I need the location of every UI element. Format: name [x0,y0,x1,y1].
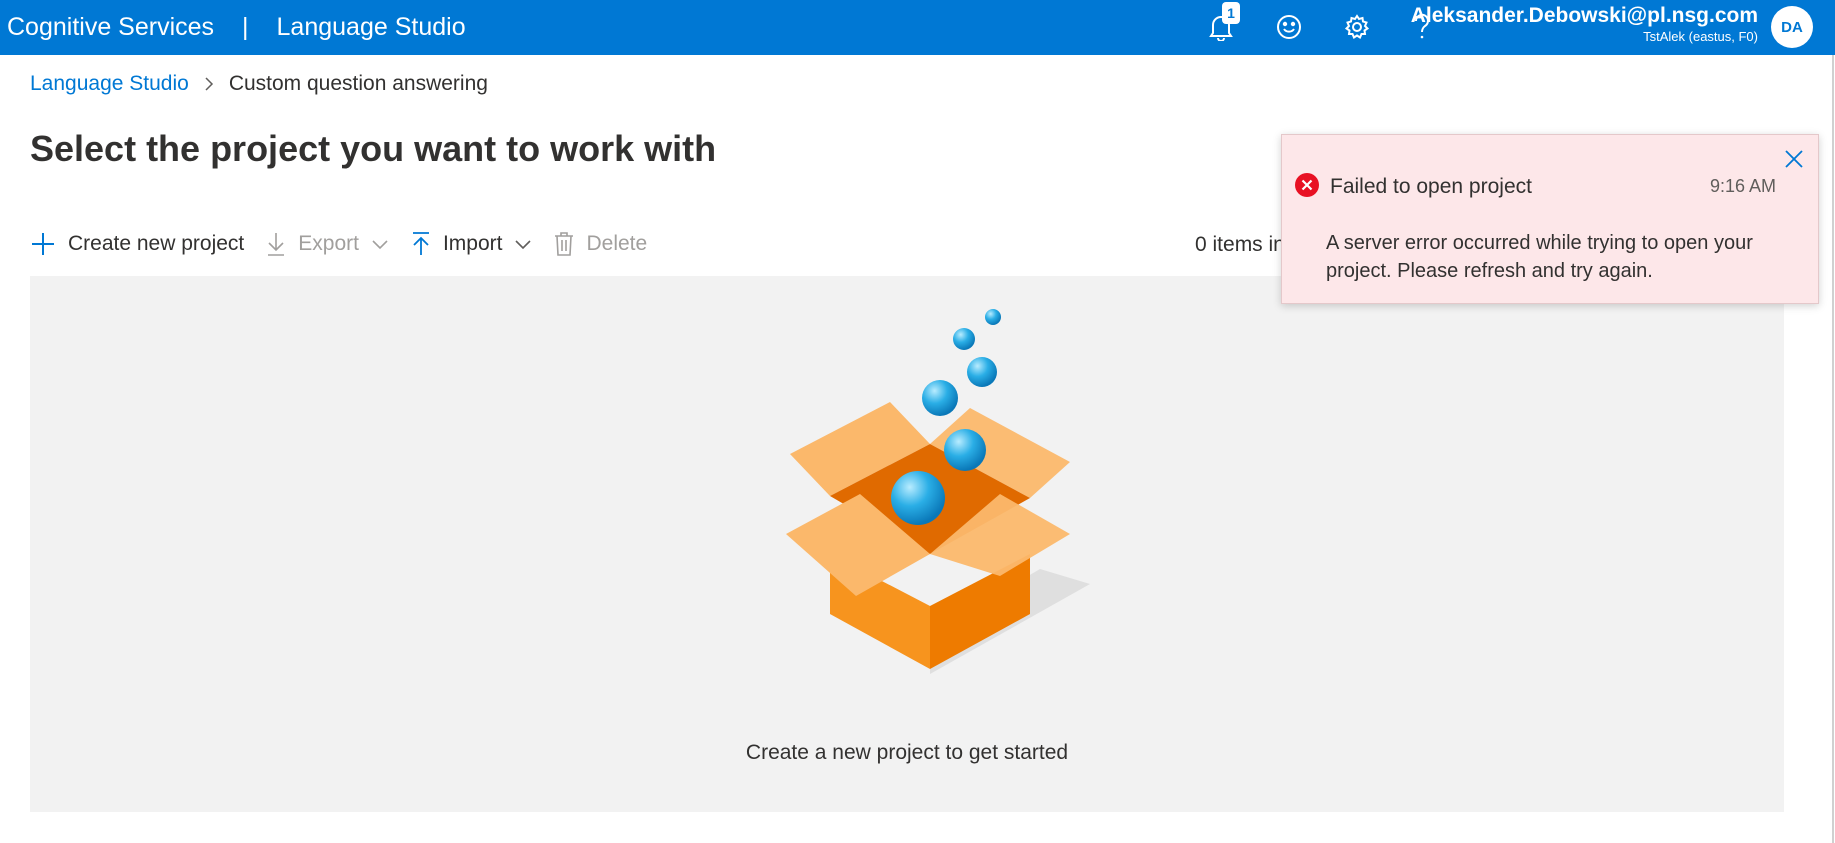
error-toast: Failed to open project 9:16 AM A server … [1281,134,1819,304]
smiley-icon [1277,15,1301,39]
upload-icon [412,232,429,255]
toast-message: A server error occurred while trying to … [1326,232,1753,282]
empty-state: Create a new project to get started [30,276,1784,812]
chevron-down-icon [515,240,532,250]
feedback-button[interactable] [1272,10,1306,44]
gear-icon [1344,14,1370,39]
page-title: Select the project you want to work with [30,128,717,169]
export-button[interactable]: Export [266,231,389,257]
command-bar: Create new project Export Import Delete [30,226,669,262]
download-icon [268,233,285,256]
create-project-label: Create new project [68,232,245,255]
export-label: Export [298,232,359,255]
right-edge-divider [1832,55,1834,843]
breadcrumb: Language Studio Custom question answerin… [30,72,488,96]
brand: Cognitive Services | Language Studio [7,13,466,42]
toast-title: Failed to open project [1330,175,1532,198]
product-name[interactable]: Language Studio [277,13,466,42]
user-email: Aleksander.Debowski@pl.nsg.com [1410,4,1758,27]
import-button[interactable]: Import [411,231,533,257]
create-project-button[interactable]: Create new project [30,231,244,257]
item-count: 0 items in [1195,233,1285,256]
empty-state-message: Create a new project to get started [745,741,1069,764]
import-label: Import [442,232,503,255]
brand-separator: | [242,13,249,41]
user-tenant: TstAlek (eastus, F0) [1643,29,1758,44]
open-box-illustration [786,309,1090,674]
plus-icon [32,233,54,255]
settings-button[interactable] [1340,10,1374,44]
avatar[interactable]: DA [1771,6,1813,48]
close-icon[interactable] [1782,147,1806,171]
notifications-button[interactable]: 1 [1204,2,1240,44]
breadcrumb-current: Custom question answering [228,72,488,95]
error-icon [1295,173,1319,197]
trash-icon [555,232,574,256]
top-bar: Cognitive Services | Language Studio 1 A… [0,0,1835,55]
breadcrumb-language-studio[interactable]: Language Studio [30,72,189,96]
brand-name[interactable]: Cognitive Services [7,13,214,42]
delete-label: Delete [586,232,648,255]
user-info[interactable]: Aleksander.Debowski@pl.nsg.com TstAlek (… [1411,4,1758,44]
notification-badge: 1 [1222,2,1240,24]
toast-time: 9:16 AM [1709,176,1776,196]
delete-button[interactable]: Delete [554,231,647,257]
chevron-right-icon [203,76,215,92]
chevron-down-icon [372,240,388,250]
